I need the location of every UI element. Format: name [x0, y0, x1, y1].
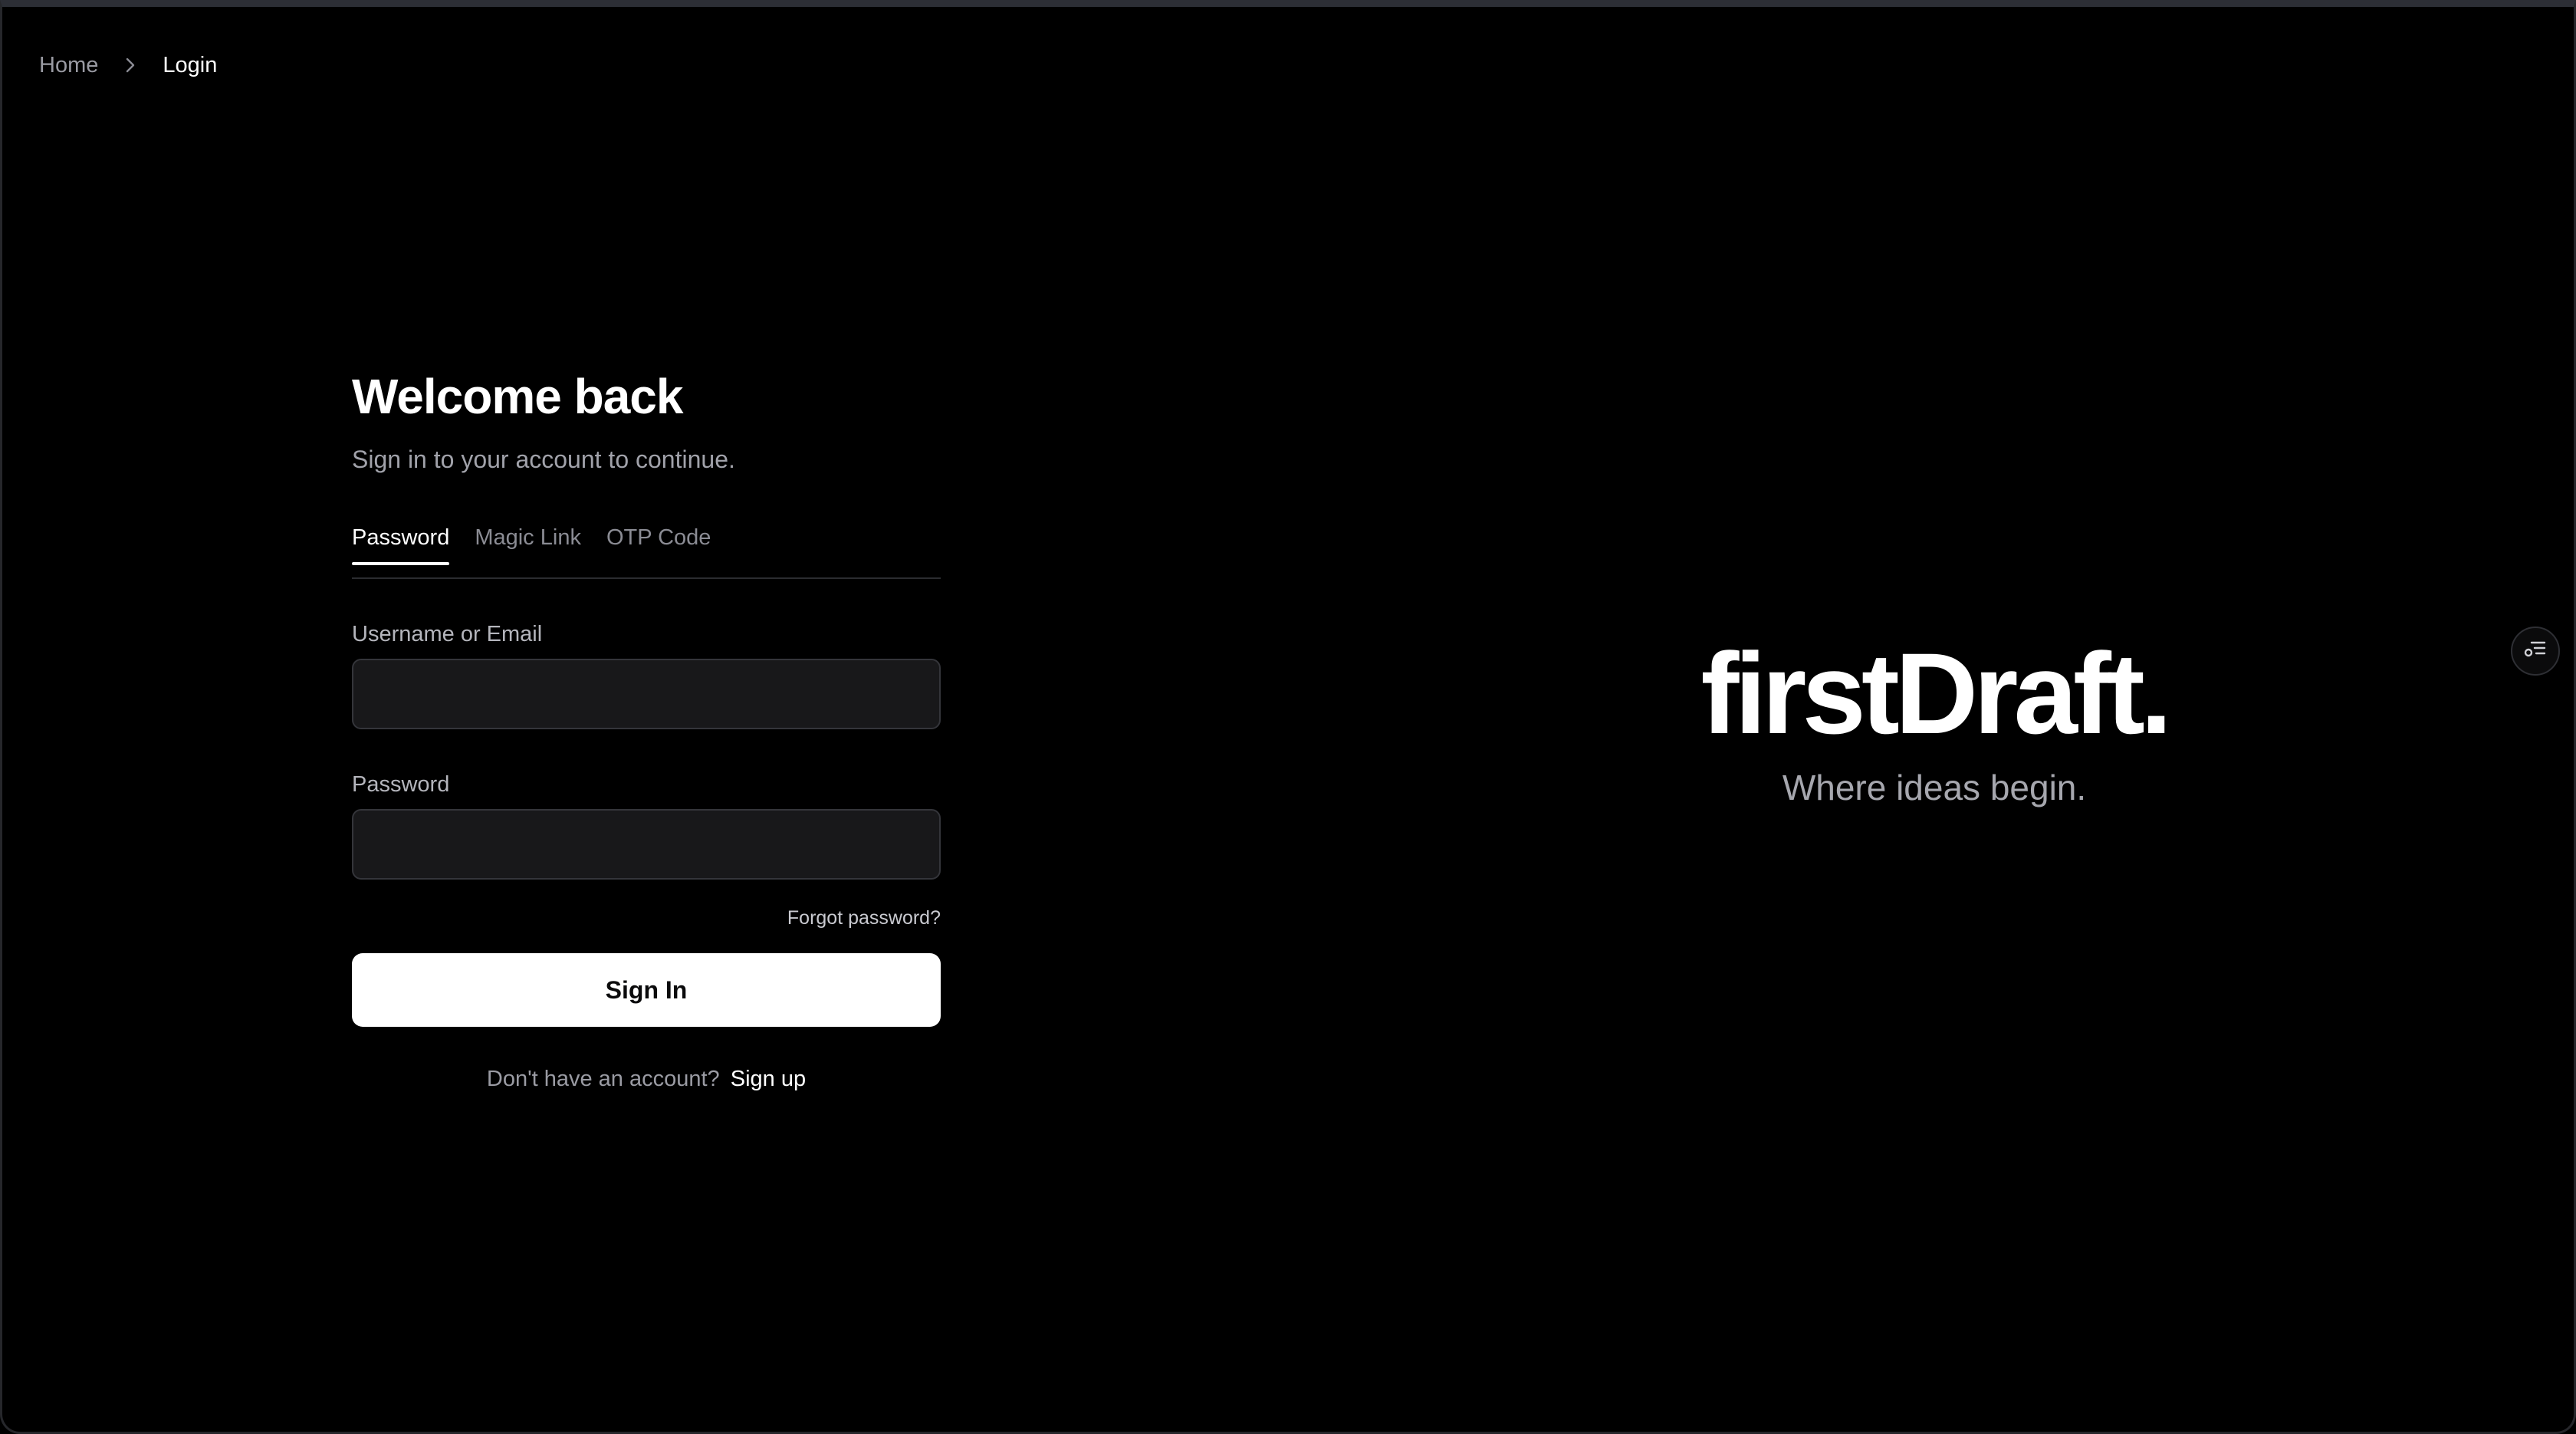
- page-subtitle: Sign in to your account to continue.: [352, 446, 735, 473]
- app-window: Home Login Welcome back Sign in to your …: [0, 0, 2576, 1434]
- forgot-row: Forgot password?: [352, 903, 941, 933]
- signup-row: Don't have an account? Sign up: [352, 1064, 941, 1094]
- brand-tagline: Where ideas begin.: [1782, 768, 2087, 807]
- login-panel: Welcome back Sign in to your account to …: [352, 366, 941, 1094]
- password-input[interactable]: [352, 809, 941, 880]
- signup-prompt: Don't have an account?: [486, 1067, 720, 1091]
- login-method-tabs: Password Magic Link OTP Code: [352, 519, 941, 579]
- username-input[interactable]: [352, 659, 941, 729]
- password-label: Password: [352, 772, 450, 797]
- tab-password[interactable]: Password: [352, 519, 450, 577]
- settings-list-button[interactable]: [2511, 627, 2560, 676]
- username-label: Username or Email: [352, 622, 543, 646]
- brand-logo: firstDraft.: [1700, 629, 2172, 758]
- tab-magic-link[interactable]: Magic Link: [475, 519, 581, 577]
- page-title: Welcome back: [352, 369, 683, 424]
- breadcrumb-current: Login: [163, 53, 218, 77]
- tab-otp-code[interactable]: OTP Code: [606, 519, 711, 577]
- sign-up-link[interactable]: Sign up: [731, 1067, 806, 1091]
- breadcrumb-home-link[interactable]: Home: [39, 50, 98, 81]
- breadcrumb: Home Login: [39, 50, 217, 81]
- chevron-right-icon: [115, 50, 146, 81]
- brand-panel: firstDraft. Where ideas begin.: [1612, 628, 2256, 811]
- settings-list-icon: [2522, 636, 2548, 666]
- sign-in-button[interactable]: Sign In: [352, 953, 941, 1027]
- forgot-password-link[interactable]: Forgot password?: [787, 907, 941, 929]
